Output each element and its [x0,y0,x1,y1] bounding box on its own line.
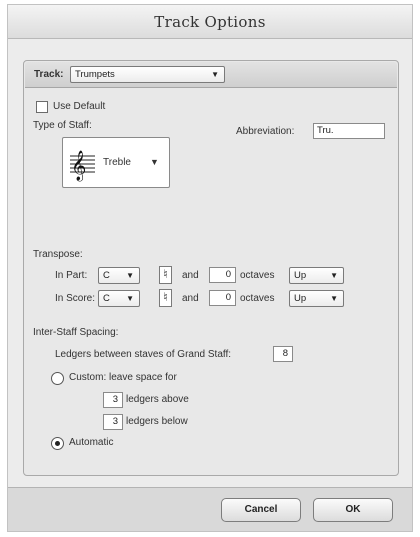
ledgers-grand-staff-field[interactable]: 8 [273,346,293,362]
transpose-label: Transpose: [33,249,83,260]
in-score-key-value: C [103,293,110,304]
track-bar: Track: Trumpets ▼ [25,62,397,88]
ledgers-above-field[interactable]: 3 [103,392,123,408]
ok-button[interactable]: OK [313,498,393,522]
svg-text:𝄞: 𝄞 [71,150,86,182]
in-part-and-label: and [182,270,199,281]
staff-type-value: Treble [103,157,131,168]
in-part-label: In Part: [55,270,88,281]
chevron-down-icon: ▼ [150,157,159,167]
in-score-octaves-field[interactable]: 0 [209,290,236,306]
track-select-value: Trumpets [75,69,115,80]
in-part-octaves-field[interactable]: 0 [209,267,236,283]
track-select[interactable]: Trumpets ▼ [70,66,225,83]
cancel-button[interactable]: Cancel [221,498,301,522]
automatic-spacing-label: Automatic [69,437,114,448]
abbreviation-label: Abbreviation: [236,126,295,137]
use-default-checkbox[interactable] [36,101,48,113]
track-label: Track: [34,69,64,80]
options-panel: Track: Trumpets ▼ Use Default Type of St… [23,60,399,476]
chevron-down-icon: ▼ [126,294,134,303]
radio-selected-dot [55,441,60,446]
ledgers-grand-staff-label: Ledgers between staves of Grand Staff: [55,349,232,360]
in-part-key-value: C [103,270,110,281]
treble-clef-staff-icon: 𝄞 [70,150,95,182]
in-score-direction-select[interactable]: Up ▼ [289,290,344,307]
dialog-title: Track Options [8,5,412,39]
in-score-direction-value: Up [294,293,307,304]
automatic-spacing-radio[interactable] [51,437,64,450]
ledgers-above-label: ledgers above [126,394,189,405]
chevron-down-icon: ▼ [126,271,134,280]
custom-spacing-radio[interactable] [51,372,64,385]
in-score-octaves-label: octaves [240,293,275,304]
ledgers-below-field[interactable]: 3 [103,414,123,430]
in-score-key-select[interactable]: C ▼ [98,290,140,307]
track-options-dialog: Track Options Track: Trumpets ▼ Use Defa… [7,4,413,532]
custom-spacing-label: Custom: leave space for [69,372,177,383]
type-of-staff-label: Type of Staff: [33,120,92,131]
abbreviation-field[interactable]: Tru. [313,123,385,139]
dialog-footer: Cancel OK [8,487,412,531]
in-part-direction-value: Up [294,270,307,281]
chevron-down-icon: ▼ [211,70,219,79]
in-part-direction-select[interactable]: Up ▼ [289,267,344,284]
in-score-label: In Score: [55,293,96,304]
ledgers-below-label: ledgers below [126,416,188,427]
in-part-accidental-button[interactable]: ♮ [159,266,172,284]
in-part-octaves-label: octaves [240,270,275,281]
inter-staff-spacing-label: Inter-Staff Spacing: [33,327,119,338]
in-score-accidental-button[interactable]: ♮ [159,289,172,307]
chevron-down-icon: ▼ [330,294,338,303]
use-default-label: Use Default [53,101,106,112]
chevron-down-icon: ▼ [330,271,338,280]
in-part-key-select[interactable]: C ▼ [98,267,140,284]
staff-type-select[interactable]: 𝄞 Treble ▼ [62,137,170,188]
in-score-and-label: and [182,293,199,304]
